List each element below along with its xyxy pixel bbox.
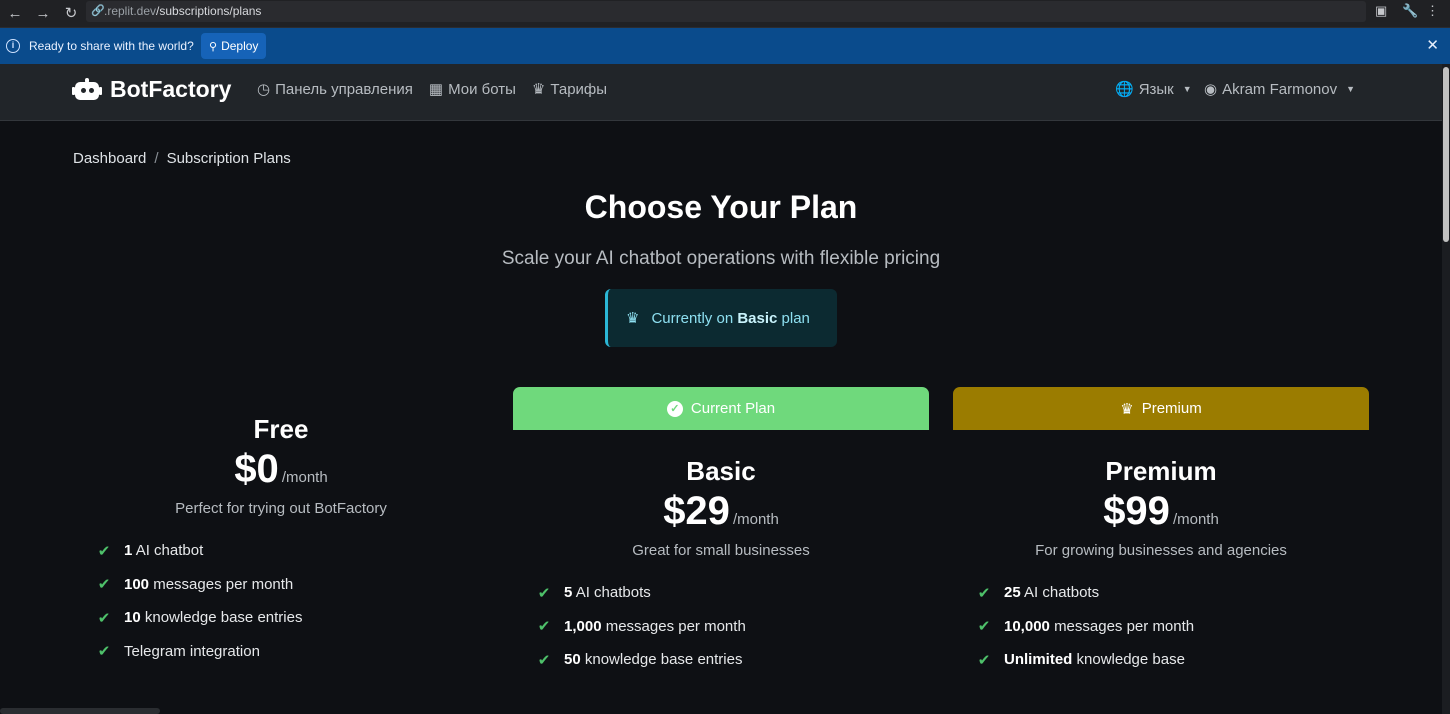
feature-item: ✔ 50 knowledge base entries — [537, 651, 743, 669]
feature-item: ✔ 10 knowledge base entries — [97, 609, 303, 627]
feature-item: ✔ 1,000 messages per month — [537, 617, 746, 636]
banner-message: Ready to share with the world? — [29, 39, 194, 53]
plan-price: $0 — [234, 447, 279, 491]
deploy-icon: ⚲ — [209, 41, 218, 53]
browser-toolbar: ← → ↻ 🔗 .replit.dev/subscriptions/plans … — [0, 0, 1450, 28]
check-icon: ✔ — [977, 651, 991, 669]
plan-description: Great for small businesses — [632, 542, 810, 559]
user-circle-icon: ◉ — [1204, 81, 1218, 98]
current-plan-header: ✓ Current Plan — [513, 387, 929, 430]
user-name: Akram Farmonov — [1222, 80, 1338, 98]
nav-dashboard[interactable]: ◷ Панель управления — [257, 80, 413, 99]
nav-links: ◷ Панель управления ▦ Мои боты ♛ Тарифы — [257, 80, 608, 99]
reload-icon[interactable]: ↻ — [60, 3, 82, 25]
chevron-down-icon: ▼ — [1346, 84, 1356, 94]
feature-item: ✔ 5 AI chatbots — [537, 584, 651, 602]
forward-arrow-icon[interactable]: → — [32, 3, 54, 25]
breadcrumb: Dashboard / Subscription Plans — [73, 150, 291, 167]
back-arrow-icon[interactable]: ← — [4, 3, 26, 25]
wrench-icon[interactable]: 🔧 — [1402, 3, 1418, 19]
devices-icon[interactable]: ▣ — [1375, 3, 1387, 19]
link-icon: 🔗 — [91, 5, 105, 17]
user-dropdown[interactable]: ◉ Akram Farmonov ▼ — [1204, 80, 1356, 99]
robot-icon: ▦ — [428, 81, 444, 98]
breadcrumb-current: Subscription Plans — [166, 150, 291, 167]
plan-name: Basic — [686, 456, 756, 486]
nav-plans[interactable]: ♛ Тарифы — [531, 80, 608, 99]
plan-description: For growing businesses and agencies — [1035, 542, 1287, 559]
plan-card-basic: ✓ Current Plan Basic $29/month Great for… — [513, 387, 929, 677]
page-subtitle: Scale your AI chatbot operations with fl… — [501, 248, 941, 269]
feature-item: ✔ 1 AI chatbot — [97, 542, 204, 560]
language-dropdown[interactable]: 🌐 Язык ▼ — [1115, 80, 1192, 99]
scrollbar-thumb[interactable] — [1443, 67, 1449, 242]
deploy-label: Deploy — [221, 39, 259, 53]
nav-plans-label: Тарифы — [550, 80, 608, 98]
price-period: /month — [732, 511, 779, 528]
feature-item: ✔ 100 messages per month — [97, 575, 294, 594]
current-plan-text: Currently on Basic plan — [651, 309, 810, 327]
speedometer-icon: ◷ — [257, 81, 271, 98]
plan-header-label: Premium — [1141, 400, 1202, 417]
check-icon: ✔ — [977, 584, 991, 602]
feature-list: ✔ 1 AI chatbot ✔ 100 messages per month ✔ 1… — [73, 534, 489, 668]
info-icon: i — [6, 39, 20, 53]
plan-description: Perfect for trying out BotFactory — [175, 500, 387, 517]
page-scrollbar[interactable] — [1442, 64, 1450, 714]
deploy-banner: i Ready to share with the world? ⚲ Deploy… — [0, 28, 1450, 64]
check-icon: ✔ — [97, 609, 111, 627]
brand-name: BotFactory — [110, 76, 232, 102]
page-title: Choose Your Plan — [584, 189, 858, 225]
plan-price: $29 — [663, 489, 730, 533]
check-icon: ✔ — [537, 618, 551, 636]
url-text: .replit.dev/subscriptions/plans — [104, 4, 262, 18]
check-icon: ✔ — [977, 618, 991, 636]
nav-my-bots[interactable]: ▦ Мои боты — [428, 80, 516, 99]
crown-icon: ♛ — [1120, 400, 1134, 418]
deploy-button[interactable]: ⚲ Deploy — [201, 33, 267, 59]
feature-item: ✔ Telegram integration — [97, 642, 260, 661]
crown-icon: ♛ — [626, 310, 640, 327]
check-circle-icon: ✓ — [666, 400, 683, 417]
breadcrumb-dashboard[interactable]: Dashboard — [73, 150, 146, 167]
check-icon: ✔ — [97, 576, 111, 594]
nav-dashboard-label: Панель управления — [275, 80, 413, 98]
chevron-down-icon: ▼ — [1182, 84, 1192, 94]
plan-header-label: Current Plan — [690, 400, 776, 417]
check-icon: ✔ — [537, 584, 551, 602]
breadcrumb-separator: / — [154, 150, 159, 167]
plan-card-free: Free $0/month Perfect for trying out Bot… — [73, 387, 489, 668]
feature-item: ✔ 10,000 messages per month — [977, 617, 1195, 636]
nav-my-bots-label: Мои боты — [448, 80, 516, 98]
plan-price: $99 — [1103, 489, 1170, 533]
kebab-menu-icon[interactable]: ⋮ — [1426, 3, 1439, 19]
plan-name: Free — [253, 414, 309, 444]
globe-icon: 🌐 — [1115, 81, 1134, 98]
price-period: /month — [281, 469, 328, 486]
price-period: /month — [1172, 511, 1219, 528]
feature-list: ✔ 5 AI chatbots ✔ 1,000 messages per month… — [513, 576, 929, 677]
robot-logo-icon — [72, 77, 102, 102]
current-plan-alert: ♛ Currently on Basic plan — [605, 289, 837, 347]
feature-item: ✔ Unlimited knowledge base — [977, 651, 1185, 669]
crown-icon: ♛ — [531, 81, 546, 98]
language-label: Язык — [1138, 80, 1174, 98]
plan-card-premium: ♛ Premium Premium $99/month For growing … — [953, 387, 1369, 677]
horizontal-scrollbar[interactable] — [0, 708, 160, 714]
feature-item: ✔ 25 AI chatbots — [977, 584, 1100, 602]
navbar: BotFactory ◷ Панель управления ▦ Мои бот… — [0, 64, 1442, 121]
check-icon: ✔ — [97, 542, 111, 560]
address-bar[interactable] — [86, 1, 1366, 22]
feature-list: ✔ 25 AI chatbots ✔ 10,000 messages per mon… — [953, 576, 1369, 677]
brand-link[interactable]: BotFactory — [72, 76, 231, 103]
check-icon: ✔ — [537, 651, 551, 669]
premium-header: ♛ Premium — [953, 387, 1369, 430]
plan-name: Premium — [1105, 456, 1217, 486]
check-icon: ✔ — [97, 643, 111, 661]
close-icon[interactable]: ✕ — [1426, 36, 1439, 54]
